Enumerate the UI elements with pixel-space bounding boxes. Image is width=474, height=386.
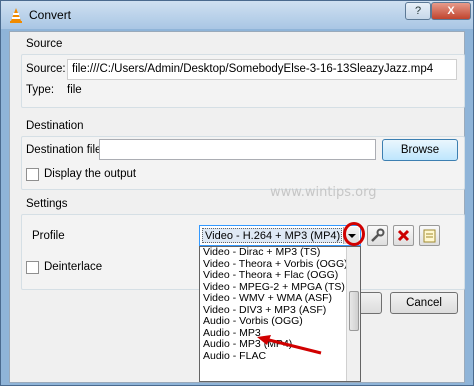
edit-profile-button[interactable] (367, 225, 388, 246)
convert-window: Convert ? X Source Source: file:///C:/Us… (0, 0, 474, 386)
source-group-label: Source (26, 38, 63, 50)
wrench-icon (371, 228, 385, 242)
new-profile-button[interactable] (419, 225, 440, 246)
profile-option[interactable]: Video - Theora + Flac (OGG) (200, 269, 360, 282)
new-document-icon (423, 229, 436, 243)
close-button[interactable]: X (431, 2, 471, 20)
type-value: file (67, 84, 82, 96)
help-button[interactable]: ? (405, 2, 431, 20)
destination-file-input[interactable] (99, 139, 376, 160)
red-x-icon (397, 229, 410, 242)
window-title: Convert (29, 8, 72, 22)
dropdown-scrollbar[interactable] (346, 247, 360, 381)
display-output-label: Display the output (44, 168, 137, 180)
browse-button[interactable]: Browse (382, 139, 458, 161)
annotation-arrow-icon (257, 335, 322, 355)
profile-select[interactable]: Video - H.264 + MP3 (MP4) (199, 225, 361, 246)
scrollbar-thumb[interactable] (349, 291, 359, 331)
source-field[interactable]: file:///C:/Users/Admin/Desktop/SomebodyE… (67, 59, 457, 80)
deinterlace-label: Deinterlace (44, 261, 103, 273)
type-label: Type: (26, 84, 55, 96)
profile-option[interactable]: Audio - Vorbis (OGG) (200, 315, 360, 328)
profile-option[interactable]: Video - Dirac + MP3 (TS) (200, 247, 360, 259)
deinterlace-checkbox[interactable] (26, 261, 39, 274)
vlc-cone-icon (10, 8, 22, 23)
profile-label: Profile (32, 230, 65, 242)
display-output-checkbox[interactable] (26, 168, 39, 181)
watermark-text: www.wintips.org (270, 185, 377, 200)
profile-dropdown-list[interactable]: Video - Dirac + MP3 (TS) Video - Theora +… (199, 246, 361, 382)
destination-file-label: Destination file: (26, 144, 105, 156)
profile-selected-value: Video - H.264 + MP3 (MP4) (202, 228, 342, 243)
profile-option[interactable]: Video - WMV + WMA (ASF) (200, 292, 360, 305)
destination-group-label: Destination (26, 120, 84, 132)
cancel-button[interactable]: Cancel (390, 292, 458, 314)
title-bar[interactable]: Convert ? X (1, 1, 473, 29)
highlight-circle (343, 222, 365, 246)
settings-group-label: Settings (26, 198, 68, 210)
source-label: Source: (26, 63, 66, 75)
delete-profile-button[interactable] (393, 225, 414, 246)
